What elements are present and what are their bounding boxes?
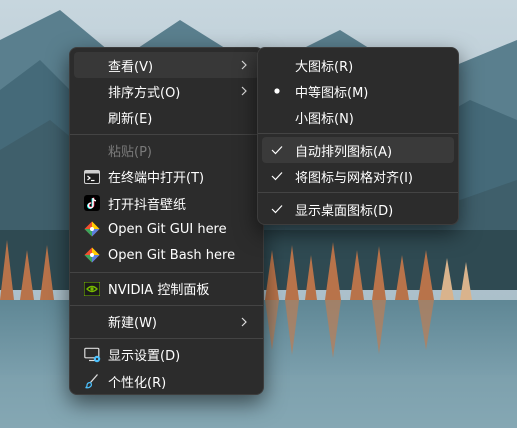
menu-item-nvidia-control-panel-label: NVIDIA 控制面板 — [108, 283, 210, 299]
submenu-item-large-icons[interactable]: 大图标(R) — [262, 52, 454, 78]
menu-item-refresh-label: 刷新(E) — [108, 111, 153, 127]
nvidia-icon — [80, 281, 104, 296]
menu-item-personalize[interactable]: 个性化(R) — [74, 368, 259, 394]
submenu-item-small-icons[interactable]: 小图标(N) — [262, 104, 454, 130]
submenu-item-auto-arrange-label: 自动排列图标(A) — [295, 144, 393, 160]
menu-item-display-settings[interactable]: 显示设置(D) — [74, 342, 259, 368]
chevron-right-icon — [241, 317, 247, 327]
brush-icon — [80, 373, 104, 389]
menu-item-new-label: 新建(W) — [108, 316, 157, 332]
check-icon — [270, 171, 284, 181]
submenu-item-show-desktop-icons-label: 显示桌面图标(D) — [295, 203, 394, 219]
menu-separator — [70, 133, 263, 135]
menu-item-open-terminal-label: 在终端中打开(T) — [108, 171, 205, 187]
desktop-context-menu: 查看(V) 排序方式(O) 刷新(E) 粘贴(P) 在终端中打开(T) 打开抖音… — [69, 47, 264, 395]
menu-item-git-bash[interactable]: Open Git Bash here — [74, 242, 259, 268]
menu-item-new[interactable]: 新建(W) — [74, 309, 259, 335]
git-icon — [80, 247, 104, 263]
menu-separator — [70, 271, 263, 273]
submenu-item-show-desktop-icons[interactable]: 显示桌面图标(D) — [262, 196, 454, 222]
submenu-item-auto-arrange[interactable]: 自动排列图标(A) — [262, 137, 454, 163]
menu-item-open-terminal[interactable]: 在终端中打开(T) — [74, 164, 259, 190]
menu-item-nvidia-control-panel[interactable]: NVIDIA 控制面板 — [74, 276, 259, 302]
menu-item-git-gui-label: Open Git GUI here — [108, 221, 227, 237]
git-icon — [80, 221, 104, 237]
menu-item-view-label: 查看(V) — [108, 59, 154, 75]
chevron-right-icon — [241, 86, 247, 96]
menu-item-douyin-wallpaper-label: 打开抖音壁纸 — [108, 197, 187, 213]
menu-separator — [258, 133, 458, 134]
submenu-item-medium-icons[interactable]: 中等图标(M) — [262, 78, 454, 104]
submenu-item-medium-icons-label: 中等图标(M) — [295, 85, 369, 101]
menu-separator — [70, 337, 263, 339]
menu-item-paste[interactable]: 粘贴(P) — [74, 138, 259, 164]
submenu-item-align-grid-label: 将图标与网格对齐(I) — [295, 170, 413, 186]
menu-item-personalize-label: 个性化(R) — [108, 375, 167, 391]
check-icon — [270, 145, 284, 155]
display-settings-icon — [80, 347, 104, 363]
menu-item-sort[interactable]: 排序方式(O) — [74, 78, 259, 104]
terminal-icon — [80, 169, 104, 184]
menu-item-paste-label: 粘贴(P) — [108, 145, 152, 161]
menu-item-douyin-wallpaper[interactable]: 打开抖音壁纸 — [74, 190, 259, 216]
chevron-right-icon — [241, 60, 247, 70]
menu-item-git-bash-label: Open Git Bash here — [108, 247, 236, 263]
submenu-item-align-grid[interactable]: 将图标与网格对齐(I) — [262, 163, 454, 189]
check-icon — [270, 204, 284, 214]
view-submenu: 大图标(R) 中等图标(M) 小图标(N) 自动排列图标(A) 将图标与网格对齐… — [257, 47, 459, 225]
submenu-item-small-icons-label: 小图标(N) — [295, 111, 354, 127]
bullet-icon — [270, 88, 284, 94]
menu-item-refresh[interactable]: 刷新(E) — [74, 104, 259, 130]
menu-item-git-gui[interactable]: Open Git GUI here — [74, 216, 259, 242]
menu-item-sort-label: 排序方式(O) — [108, 85, 181, 101]
tiktok-icon — [80, 195, 104, 212]
menu-separator — [70, 304, 263, 306]
menu-separator — [258, 192, 458, 193]
submenu-item-large-icons-label: 大图标(R) — [295, 59, 354, 75]
menu-item-display-settings-label: 显示设置(D) — [108, 349, 181, 365]
menu-item-view[interactable]: 查看(V) — [74, 52, 259, 79]
